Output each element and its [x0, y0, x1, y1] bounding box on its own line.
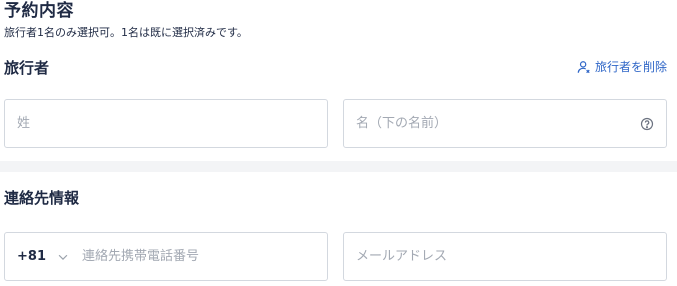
chevron-down-icon — [58, 254, 68, 260]
country-code-select[interactable]: +81 — [5, 233, 78, 280]
help-circle-icon[interactable] — [640, 117, 654, 131]
remove-traveler-link[interactable]: 旅行者を削除 — [577, 58, 667, 75]
page-title: 予約内容 — [4, 1, 74, 21]
email-input[interactable] — [344, 233, 666, 280]
last-name-field — [4, 99, 328, 148]
first-name-field — [343, 99, 667, 148]
contact-heading: 連絡先情報 — [4, 189, 80, 207]
last-name-input[interactable] — [5, 100, 327, 147]
person-remove-icon — [577, 60, 590, 73]
traveler-heading: 旅行者 — [4, 59, 50, 77]
phone-input[interactable] — [77, 233, 327, 280]
country-code-value: +81 — [17, 249, 46, 264]
phone-field: +81 — [4, 232, 328, 281]
page-subtitle: 旅行者1名のみ選択可。1名は既に選択済みです。 — [4, 26, 248, 39]
remove-traveler-label: 旅行者を削除 — [594, 60, 667, 74]
section-divider — [0, 161, 677, 172]
booking-form: 予約内容 旅行者1名のみ選択可。1名は既に選択済みです。 旅行者 旅行者を削除 … — [0, 0, 677, 286]
email-field — [343, 232, 667, 281]
first-name-input[interactable] — [344, 100, 666, 147]
